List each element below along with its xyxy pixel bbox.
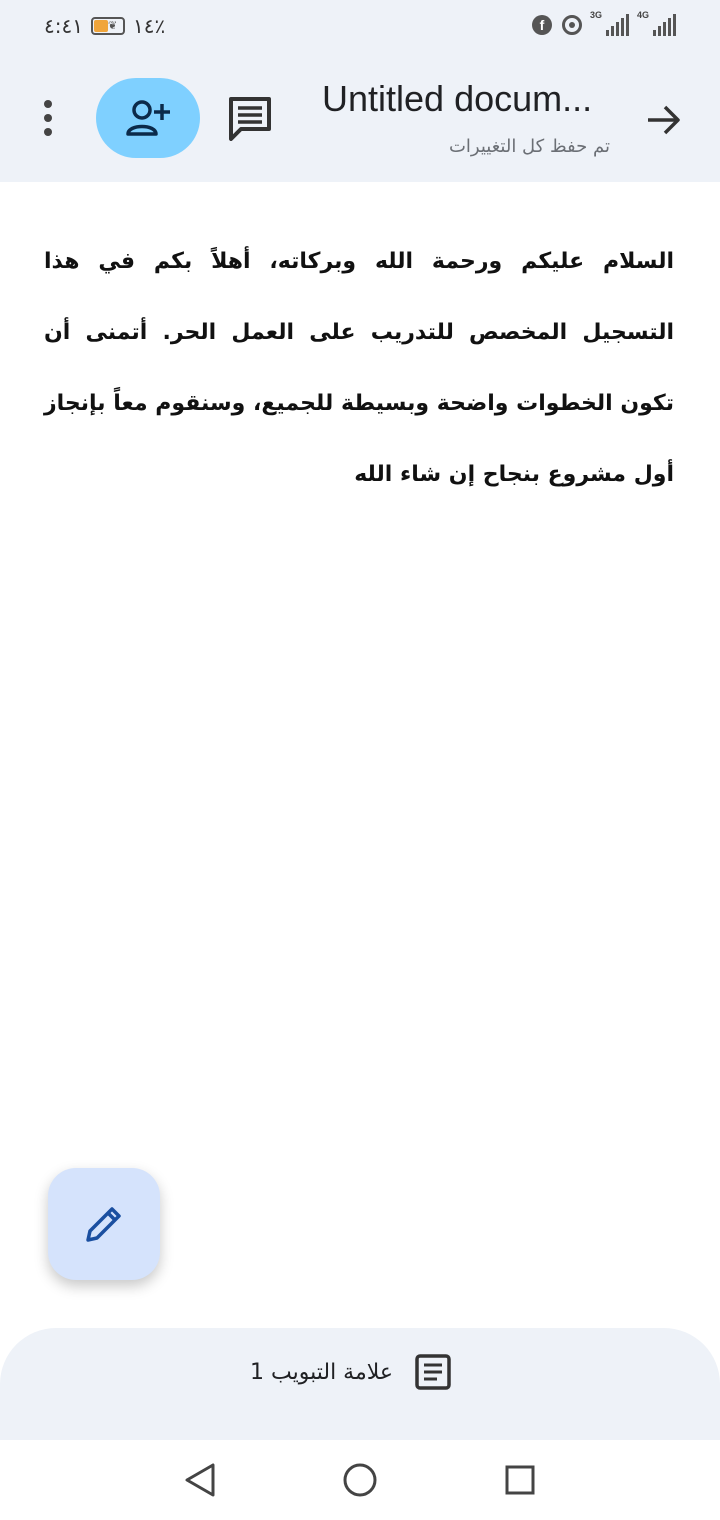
- system-nav-bar: [0, 1440, 720, 1520]
- pencil-icon: [86, 1207, 121, 1242]
- triangle-back-icon: [185, 1463, 215, 1497]
- save-status: تم حفظ كل التغييرات: [448, 136, 610, 157]
- chrome-icon: [562, 15, 582, 35]
- status-bar: ٤:٤١ ❦ ١٤٪ f 3G 4G: [0, 0, 720, 56]
- comment-icon: [229, 97, 271, 141]
- nav-recents-button[interactable]: [500, 1460, 540, 1500]
- nav-back-button[interactable]: [180, 1460, 220, 1500]
- network-4g-label: 4G: [637, 10, 650, 20]
- battery-level: ١٤٪: [132, 14, 166, 38]
- nav-home-button[interactable]: [340, 1460, 380, 1500]
- square-recents-icon: [505, 1465, 535, 1495]
- person-add-icon: [126, 100, 170, 136]
- arrow-forward-icon: [648, 105, 680, 135]
- document-paragraph: السلام عليكم ورحمة الله وبركاته، أهلاً ب…: [44, 249, 674, 487]
- tab-document-1[interactable]: علامة التبويب 1: [250, 1350, 451, 1394]
- network-3g-label: 3G: [590, 10, 603, 20]
- tab-label: علامة التبويب 1: [250, 1359, 394, 1385]
- signal-4g-icon: 4G: [637, 10, 676, 36]
- document-outline-icon: [415, 1354, 451, 1390]
- app-bar: Untitled docum... تم حفظ كل التغييرات: [0, 56, 720, 182]
- edit-fab[interactable]: [48, 1168, 160, 1280]
- status-time: ٤:٤١: [44, 14, 83, 38]
- document-body[interactable]: السلام عليكم ورحمة الله وبركاته، أهلاً ب…: [44, 226, 674, 510]
- comments-button[interactable]: [222, 92, 278, 144]
- tab-sheet: علامة التبويب 1: [0, 1328, 720, 1440]
- more-options-button[interactable]: [30, 96, 66, 140]
- circle-home-icon: [343, 1463, 377, 1497]
- signal-3g-icon: 3G: [590, 10, 629, 36]
- back-button[interactable]: [640, 96, 688, 144]
- document-title[interactable]: Untitled docum...: [322, 78, 612, 120]
- battery-icon: ❦: [90, 17, 125, 35]
- facebook-icon: f: [532, 15, 552, 35]
- more-vert-icon: [44, 100, 52, 108]
- status-right: f 3G 4G: [532, 10, 676, 36]
- status-left: ٤:٤١ ❦ ١٤٪: [44, 14, 165, 38]
- share-button[interactable]: [96, 78, 200, 158]
